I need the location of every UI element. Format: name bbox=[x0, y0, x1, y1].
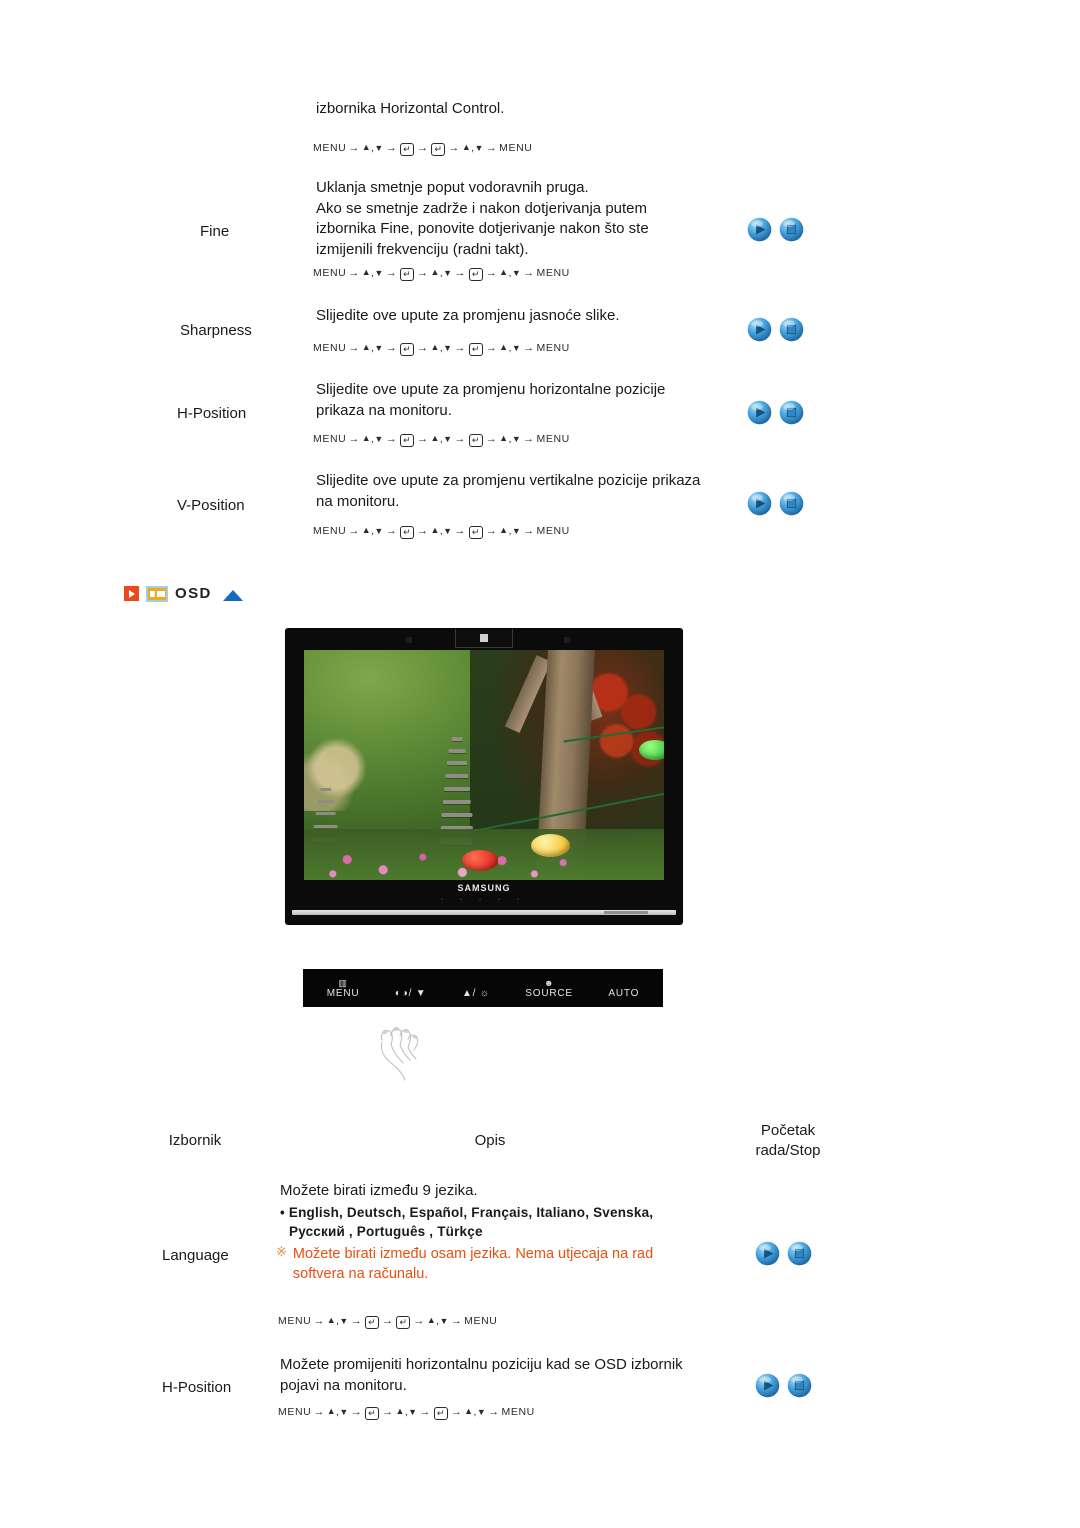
desc-line: na monitoru. bbox=[316, 492, 400, 510]
row-label-v-position: V-Position bbox=[177, 497, 245, 514]
desc-line: prikaza na monitoru. bbox=[316, 401, 452, 419]
table-header-playstop: Početak rada/Stop bbox=[718, 1121, 858, 1161]
menu-path-language: MENU → ▲,▼ → ↵ → ↵ → ▲,▼ → MENU bbox=[278, 1315, 498, 1329]
control-button-brightness-up[interactable]: ▲/ ☼ bbox=[462, 978, 490, 999]
monitor-stand-base bbox=[292, 910, 676, 915]
blue-triangle-up-icon[interactable] bbox=[222, 590, 243, 601]
brightness-icon bbox=[395, 978, 427, 988]
buttons-language bbox=[754, 1240, 813, 1267]
menu-path-osd-h-position: MENU → ▲,▼ → ↵ → ▲,▼ → ↵ → ▲,▼ → MENU bbox=[278, 1406, 535, 1420]
desc-line: Možete promijeniti horizontalnu poziciju… bbox=[280, 1356, 683, 1373]
play-button[interactable] bbox=[746, 490, 773, 517]
row-label-fine: Fine bbox=[200, 223, 230, 240]
row-desc-fine: Uklanja smetnje poput vodoravnih pruga. … bbox=[316, 178, 736, 260]
language-warning: ※ Možete birati između osam jezika. Nema… bbox=[276, 1244, 706, 1284]
menu-path-sharpness: MENU → ▲,▼ → ↵ → ▲,▼ → ↵ → ▲,▼ → MENU bbox=[313, 342, 570, 356]
play-button[interactable] bbox=[754, 1240, 781, 1267]
control-button-label: ▲/ ☼ bbox=[461, 987, 490, 999]
desc-line: izbornika Fine, ponovite dotjerivanje na… bbox=[316, 220, 649, 237]
red-play-icon bbox=[124, 586, 139, 601]
row-label-h-position: H-Position bbox=[177, 405, 247, 422]
control-button-auto[interactable]: AUTO bbox=[608, 978, 639, 999]
table-header-playstop-line2: rada/Stop bbox=[755, 1142, 821, 1159]
buttons-fine bbox=[746, 216, 805, 243]
row-desc-language: Možete birati između 9 jezika. bbox=[280, 1181, 710, 1202]
lantern-yellow bbox=[530, 834, 571, 857]
brightness-up-icon bbox=[462, 978, 490, 988]
stop-button[interactable] bbox=[778, 216, 805, 243]
monitor-front-buttons: ▫ ▫ ▫ ▫ ▫ bbox=[440, 897, 528, 903]
warning-line: Možete birati između osam jezika. Nema u… bbox=[292, 1246, 654, 1262]
menu-path-v-position: MENU → ▲,▼ → ↵ → ▲,▼ → ↵ → ▲,▼ → MENU bbox=[313, 525, 570, 539]
control-button-label: AUTO bbox=[608, 987, 640, 999]
stop-button[interactable] bbox=[778, 399, 805, 426]
source-icon: ☻ bbox=[543, 977, 555, 988]
desc-line: Slijedite ove upute za promjenu jasnoće … bbox=[316, 307, 620, 324]
menu-path-intro: MENU → ▲,▼ → ↵ → ↵ → ▲,▼ → MENU bbox=[313, 142, 533, 156]
desc-line: pojavi na monitoru. bbox=[280, 1376, 407, 1394]
control-button-label: ◐◑/ ▼ bbox=[394, 987, 427, 999]
row-desc-sharpness: Slijedite ove upute za promjenu jasnoće … bbox=[316, 306, 736, 327]
monitor-illustration: SAMSUNG ▫ ▫ ▫ ▫ ▫ bbox=[285, 628, 683, 925]
osd-section-title: OSD bbox=[175, 585, 212, 602]
warning-line: softvera na računalu. bbox=[292, 1266, 429, 1282]
row-label-osd-h-position: H-Position bbox=[162, 1379, 232, 1396]
stop-button[interactable] bbox=[786, 1240, 813, 1267]
menu-path-fine: MENU → ▲,▼ → ↵ → ▲,▼ → ↵ → ▲,▼ → MENU bbox=[313, 267, 570, 281]
buttons-sharpness bbox=[746, 316, 805, 343]
screen-photo bbox=[304, 650, 664, 880]
language-list: • English, Deutsch, Español, Français, I… bbox=[280, 1203, 700, 1241]
osd-section-header: OSD bbox=[124, 585, 243, 602]
control-button-menu[interactable]: ▥ MENU bbox=[327, 978, 360, 999]
stop-button[interactable] bbox=[778, 316, 805, 343]
monitor-screen bbox=[304, 650, 664, 880]
play-button[interactable] bbox=[754, 1372, 781, 1399]
control-button-label: SOURCE bbox=[525, 987, 573, 999]
menu-icon: ▥ bbox=[338, 977, 348, 988]
buttons-osd-h-position bbox=[754, 1372, 813, 1399]
control-panel-strip: ▥ MENU ◐◑/ ▼ ▲/ ☼ ☻ SOURCE AUTO bbox=[303, 969, 663, 1007]
control-button-source[interactable]: ☻ SOURCE bbox=[525, 978, 573, 999]
osd-box-icon bbox=[146, 585, 168, 602]
intro-line: izbornika Horizontal Control. bbox=[316, 100, 505, 117]
play-button[interactable] bbox=[746, 316, 773, 343]
row-desc-v-position: Slijedite ove upute za promjenu vertikal… bbox=[316, 471, 756, 512]
row-desc-h-position: Slijedite ove upute za promjenu horizont… bbox=[316, 380, 746, 421]
monitor-top-bezel bbox=[286, 629, 682, 651]
row-desc-osd-h-position: Možete promijeniti horizontalnu poziciju… bbox=[280, 1355, 720, 1396]
table-header-menu: Izbornik bbox=[168, 1132, 222, 1149]
lantern-red bbox=[462, 850, 499, 871]
stop-button[interactable] bbox=[786, 1372, 813, 1399]
play-button[interactable] bbox=[746, 399, 773, 426]
desc-line: Ako se smetnje zadrže i nakon dotjerivan… bbox=[316, 199, 648, 217]
table-header-description: Opis bbox=[474, 1132, 506, 1149]
desc-line: Slijedite ove upute za promjenu horizont… bbox=[316, 381, 666, 398]
desc-line: Možete birati između 9 jezika. bbox=[280, 1182, 478, 1199]
desc-line: Slijedite ove upute za promjenu vertikal… bbox=[316, 472, 701, 489]
row-label-language: Language bbox=[162, 1247, 229, 1264]
hand-cursor bbox=[380, 1026, 419, 1081]
samsung-logo: SAMSUNG bbox=[457, 883, 511, 893]
bezel-sensor bbox=[455, 629, 513, 648]
language-list-line: • English, Deutsch, Español, Français, I… bbox=[280, 1205, 654, 1220]
control-button-label: MENU bbox=[326, 987, 360, 999]
buttons-v-position bbox=[746, 490, 805, 517]
desc-line: Uklanja smetnje poput vodoravnih pruga. bbox=[316, 179, 589, 196]
bezel-dot bbox=[564, 637, 570, 643]
row-label-sharpness: Sharpness bbox=[180, 322, 252, 339]
buttons-h-position bbox=[746, 399, 805, 426]
language-list-line: Русский , Português , Türkçe bbox=[289, 1224, 483, 1239]
stop-button[interactable] bbox=[778, 490, 805, 517]
desc-line: izmijenili frekvenciju (radni takt). bbox=[316, 240, 529, 258]
play-button[interactable] bbox=[746, 216, 773, 243]
control-button-brightness-down[interactable]: ◐◑/ ▼ bbox=[395, 978, 427, 999]
table-header-playstop-line1: Početak bbox=[760, 1122, 816, 1139]
menu-path-h-position: MENU → ▲,▼ → ↵ → ▲,▼ → ↵ → ▲,▼ → MENU bbox=[313, 433, 570, 447]
bezel-dot bbox=[406, 637, 412, 643]
warning-mark-icon: ※ bbox=[276, 1244, 287, 1259]
